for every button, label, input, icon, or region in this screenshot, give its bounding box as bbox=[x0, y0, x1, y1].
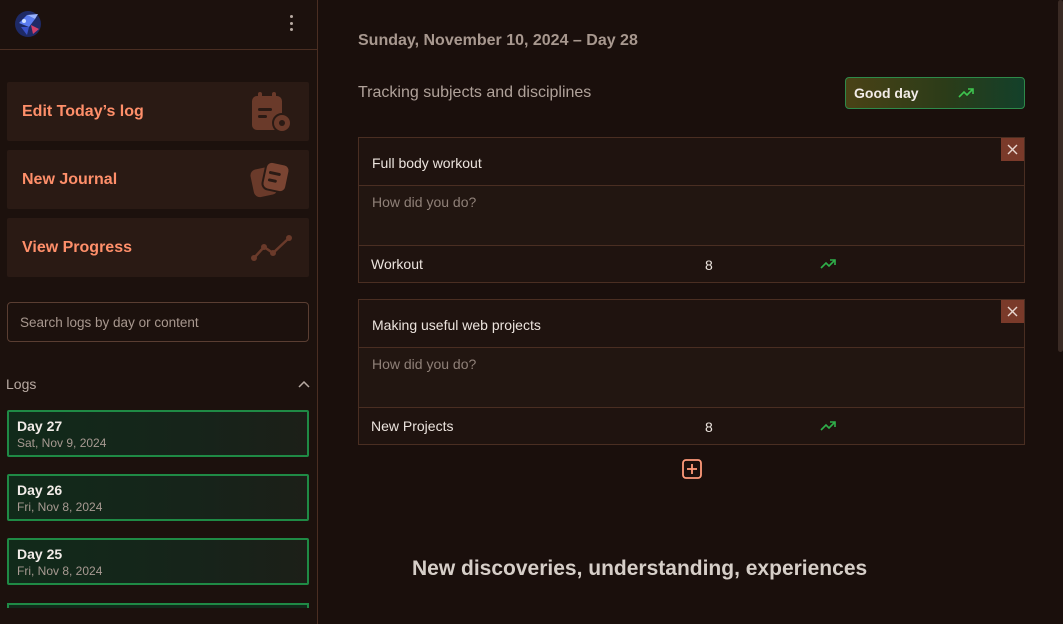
log-day: Day 27 bbox=[17, 418, 63, 434]
view-progress-button[interactable]: View Progress bbox=[7, 218, 309, 277]
chevron-up-icon[interactable] bbox=[298, 380, 310, 388]
app-logo-icon[interactable] bbox=[13, 9, 43, 39]
log-item-day-26[interactable]: Day 26 Fri, Nov 8, 2024 bbox=[7, 474, 309, 521]
day-rating-badge[interactable]: Good day bbox=[845, 77, 1025, 109]
trending-up-icon bbox=[958, 88, 974, 98]
log-date: Fri, Nov 8, 2024 bbox=[17, 500, 103, 514]
sidebar-bottom-edge bbox=[0, 608, 317, 624]
sidebar: Edit Today’s log New Journal View Progre… bbox=[0, 0, 318, 624]
metric-name: New Projects bbox=[371, 418, 454, 434]
log-item-day-25[interactable]: Day 25 Fri, Nov 8, 2024 bbox=[7, 538, 309, 585]
search-input[interactable] bbox=[7, 302, 309, 342]
progress-chart-icon bbox=[251, 234, 292, 261]
card-title: Making useful web projects bbox=[359, 300, 1024, 348]
calendar-edit-icon bbox=[252, 91, 292, 133]
journal-notes-icon bbox=[250, 160, 291, 197]
edit-todays-log-button[interactable]: Edit Today’s log bbox=[7, 82, 309, 141]
scrollbar[interactable] bbox=[1058, 0, 1063, 352]
edit-todays-log-label: Edit Today’s log bbox=[22, 102, 144, 120]
app-window: Edit Today’s log New Journal View Progre… bbox=[0, 0, 1063, 624]
metric-row: New Projects 8 bbox=[359, 408, 1024, 444]
metric-row: Workout 8 bbox=[359, 246, 1024, 282]
page-date-title: Sunday, November 10, 2024 – Day 28 bbox=[358, 32, 638, 49]
reflection-textarea[interactable] bbox=[359, 348, 1024, 408]
metric-name: Workout bbox=[371, 256, 423, 272]
trending-up-icon[interactable] bbox=[820, 258, 836, 270]
log-date: Fri, Nov 8, 2024 bbox=[17, 564, 103, 578]
discipline-card: Full body workout Workout 8 bbox=[358, 137, 1025, 283]
log-item-day-27[interactable]: Day 27 Sat, Nov 9, 2024 bbox=[7, 410, 309, 457]
tracking-subtitle: Tracking subjects and disciplines bbox=[358, 84, 592, 101]
close-icon bbox=[1007, 306, 1018, 317]
discoveries-heading: New discoveries, understanding, experien… bbox=[412, 557, 868, 580]
log-day: Day 25 bbox=[17, 546, 63, 562]
remove-card-button[interactable] bbox=[1001, 300, 1024, 323]
metric-value[interactable]: 8 bbox=[705, 419, 713, 435]
kebab-menu-icon[interactable] bbox=[282, 12, 300, 34]
trending-up-icon[interactable] bbox=[820, 420, 836, 432]
day-rating-label: Good day bbox=[854, 85, 919, 101]
logs-section-header[interactable]: Logs bbox=[6, 374, 310, 394]
log-day: Day 26 bbox=[17, 482, 63, 498]
log-date: Sat, Nov 9, 2024 bbox=[17, 436, 107, 450]
discipline-card: Making useful web projects New Projects … bbox=[358, 299, 1025, 445]
new-journal-button[interactable]: New Journal bbox=[7, 150, 309, 209]
remove-card-button[interactable] bbox=[1001, 138, 1024, 161]
main-content: Sunday, November 10, 2024 – Day 28 Track… bbox=[319, 0, 1063, 624]
reflection-textarea[interactable] bbox=[359, 186, 1024, 246]
view-progress-label: View Progress bbox=[22, 238, 132, 256]
sidebar-header bbox=[0, 0, 317, 50]
close-icon bbox=[1007, 144, 1018, 155]
add-discipline-button[interactable] bbox=[682, 459, 702, 479]
new-journal-label: New Journal bbox=[22, 170, 118, 188]
metric-value[interactable]: 8 bbox=[705, 257, 713, 273]
logs-title: Logs bbox=[6, 376, 37, 392]
card-title: Full body workout bbox=[359, 138, 1024, 186]
